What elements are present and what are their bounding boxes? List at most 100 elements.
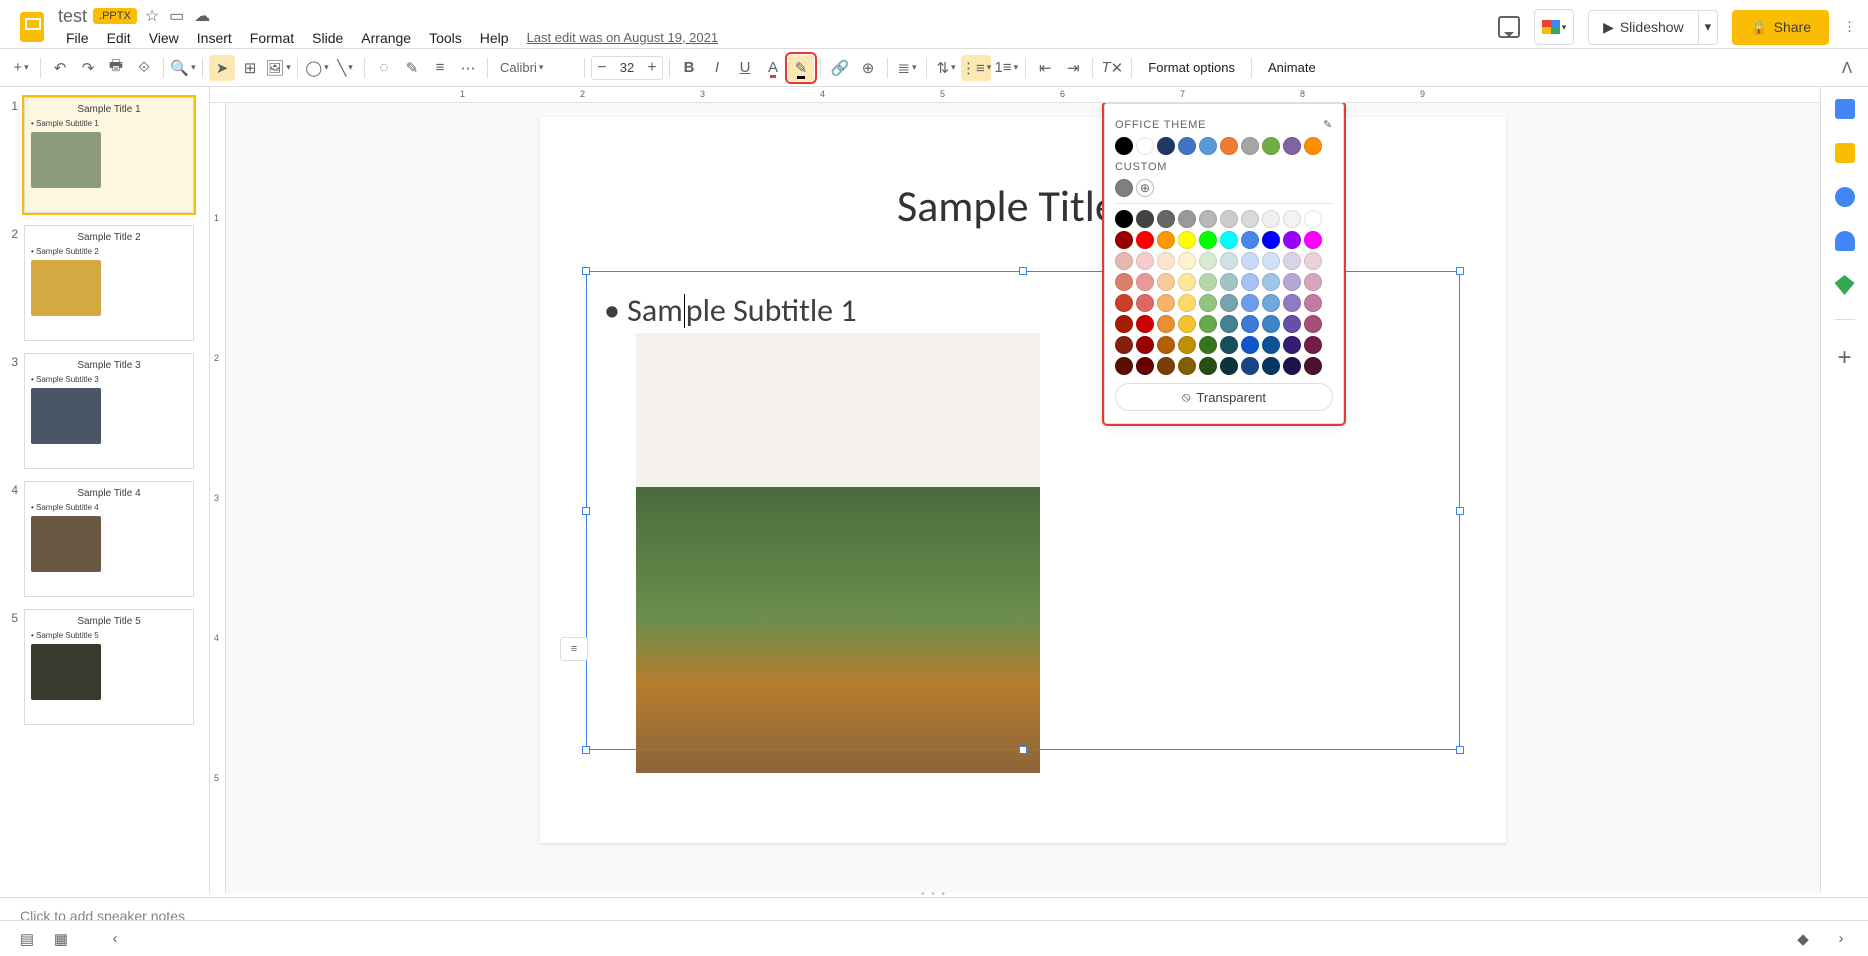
add-comment-button[interactable]: ⊕ (855, 55, 881, 81)
color-swatch[interactable] (1220, 336, 1238, 354)
color-swatch[interactable] (1178, 231, 1196, 249)
color-swatch[interactable] (1220, 315, 1238, 333)
slide-thumbnail-5[interactable]: Sample Title 5 • Sample Subtitle 5 (24, 609, 194, 725)
border-dash-button[interactable]: ⋯ (455, 55, 481, 81)
color-swatch[interactable] (1304, 252, 1322, 270)
color-swatch[interactable] (1283, 273, 1301, 291)
color-swatch[interactable] (1157, 210, 1175, 228)
format-options-button[interactable]: Format options (1138, 60, 1245, 75)
paint-format-button[interactable]: ⟐ (131, 55, 157, 81)
line-spacing-button[interactable]: ⇅ (933, 55, 959, 81)
color-swatch[interactable] (1157, 273, 1175, 291)
menu-view[interactable]: View (141, 26, 187, 50)
color-swatch[interactable] (1283, 336, 1301, 354)
meet-button[interactable]: ▾ (1534, 9, 1574, 45)
color-swatch[interactable] (1283, 294, 1301, 312)
color-swatch[interactable] (1220, 137, 1238, 155)
slide-thumbnail-2[interactable]: Sample Title 2 • Sample Subtitle 2 (24, 225, 194, 341)
indent-increase-button[interactable]: ⇥ (1060, 55, 1086, 81)
color-swatch[interactable] (1304, 294, 1322, 312)
border-color-button[interactable]: ✎ (399, 55, 425, 81)
slide-thumbnail-4[interactable]: Sample Title 4 • Sample Subtitle 4 (24, 481, 194, 597)
fill-color-button[interactable]: ◌ (371, 55, 397, 81)
color-swatch[interactable] (1241, 315, 1259, 333)
color-swatch[interactable] (1157, 294, 1175, 312)
menu-format[interactable]: Format (242, 26, 302, 50)
italic-button[interactable]: I (704, 55, 730, 81)
handle-tr[interactable] (1456, 267, 1464, 275)
text-color-button[interactable]: A (760, 55, 786, 81)
image-tool[interactable]: 🖼 (265, 55, 291, 81)
border-weight-button[interactable]: ≡ (427, 55, 453, 81)
insert-link-button[interactable]: 🔗 (827, 55, 853, 81)
menu-file[interactable]: File (58, 26, 97, 50)
star-icon[interactable]: ☆ (145, 6, 159, 26)
doc-title[interactable]: test (58, 6, 87, 27)
color-swatch[interactable] (1199, 357, 1217, 375)
notes-resize-handle[interactable]: • • • (0, 889, 1868, 897)
slideshow-button[interactable]: ▶Slideshow (1589, 11, 1698, 44)
color-swatch[interactable] (1283, 231, 1301, 249)
color-swatch[interactable] (1115, 231, 1133, 249)
menu-edit[interactable]: Edit (99, 26, 139, 50)
line-tool[interactable]: ╲ (332, 55, 358, 81)
share-button[interactable]: 🔒Share (1732, 10, 1829, 45)
indent-decrease-button[interactable]: ⇤ (1032, 55, 1058, 81)
filmstrip-view-button[interactable]: ▤ (10, 925, 44, 953)
color-swatch[interactable] (1262, 294, 1280, 312)
ruler-vertical[interactable]: 12345 (210, 103, 226, 893)
color-swatch[interactable] (1136, 357, 1154, 375)
color-swatch[interactable] (1304, 210, 1322, 228)
color-swatch[interactable] (1304, 273, 1322, 291)
color-swatch[interactable] (1262, 210, 1280, 228)
keep-icon[interactable] (1835, 143, 1855, 163)
color-swatch[interactable] (1157, 137, 1175, 155)
handle-bm[interactable] (1019, 746, 1027, 754)
handle-tm[interactable] (1019, 267, 1027, 275)
color-swatch[interactable] (1115, 179, 1133, 197)
color-swatch[interactable] (1178, 336, 1196, 354)
color-swatch[interactable] (1241, 252, 1259, 270)
calendar-icon[interactable] (1835, 99, 1855, 119)
grid-view-button[interactable]: ▦ (44, 925, 78, 953)
color-swatch[interactable] (1241, 210, 1259, 228)
color-swatch[interactable] (1178, 273, 1196, 291)
slideshow-dropdown[interactable]: ▾ (1698, 11, 1718, 44)
size-increase[interactable]: + (642, 59, 662, 77)
color-swatch[interactable] (1136, 273, 1154, 291)
color-swatch[interactable] (1262, 273, 1280, 291)
color-swatch[interactable] (1241, 273, 1259, 291)
cloud-icon[interactable]: ☁ (194, 6, 210, 26)
color-swatch[interactable] (1220, 210, 1238, 228)
color-swatch[interactable] (1262, 357, 1280, 375)
undo-button[interactable]: ↶ (47, 55, 73, 81)
color-swatch[interactable] (1220, 231, 1238, 249)
shape-tool[interactable]: ◯ (304, 55, 330, 81)
slide-thumbnail-1[interactable]: Sample Title 1 • Sample Subtitle 1 (24, 97, 194, 213)
ruler-horizontal[interactable]: 123456789 (210, 87, 1820, 103)
slide-thumbnail-3[interactable]: Sample Title 3 • Sample Subtitle 3 (24, 353, 194, 469)
handle-bl[interactable] (582, 746, 590, 754)
size-value[interactable]: 32 (612, 60, 642, 75)
color-swatch[interactable] (1283, 210, 1301, 228)
color-swatch[interactable] (1262, 315, 1280, 333)
color-swatch[interactable] (1262, 231, 1280, 249)
color-swatch[interactable] (1199, 252, 1217, 270)
collapse-filmstrip-button[interactable]: ‹ (98, 925, 132, 953)
color-swatch[interactable] (1304, 357, 1322, 375)
edit-theme-icon[interactable]: ✎ (1323, 118, 1333, 131)
sidepanel-toggle[interactable]: › (1824, 925, 1858, 953)
color-swatch[interactable] (1178, 210, 1196, 228)
maps-icon[interactable] (1835, 275, 1855, 295)
color-swatch[interactable] (1199, 336, 1217, 354)
align-button[interactable]: ≣ (894, 55, 920, 81)
account-menu[interactable]: ⋮ (1843, 19, 1856, 35)
color-swatch[interactable] (1115, 210, 1133, 228)
color-swatch[interactable] (1262, 252, 1280, 270)
color-swatch[interactable] (1241, 294, 1259, 312)
color-swatch[interactable] (1283, 137, 1301, 155)
color-swatch[interactable] (1199, 315, 1217, 333)
new-slide-button[interactable]: + (8, 55, 34, 81)
color-swatch[interactable] (1136, 336, 1154, 354)
margin-control[interactable]: ≡ (560, 637, 588, 661)
